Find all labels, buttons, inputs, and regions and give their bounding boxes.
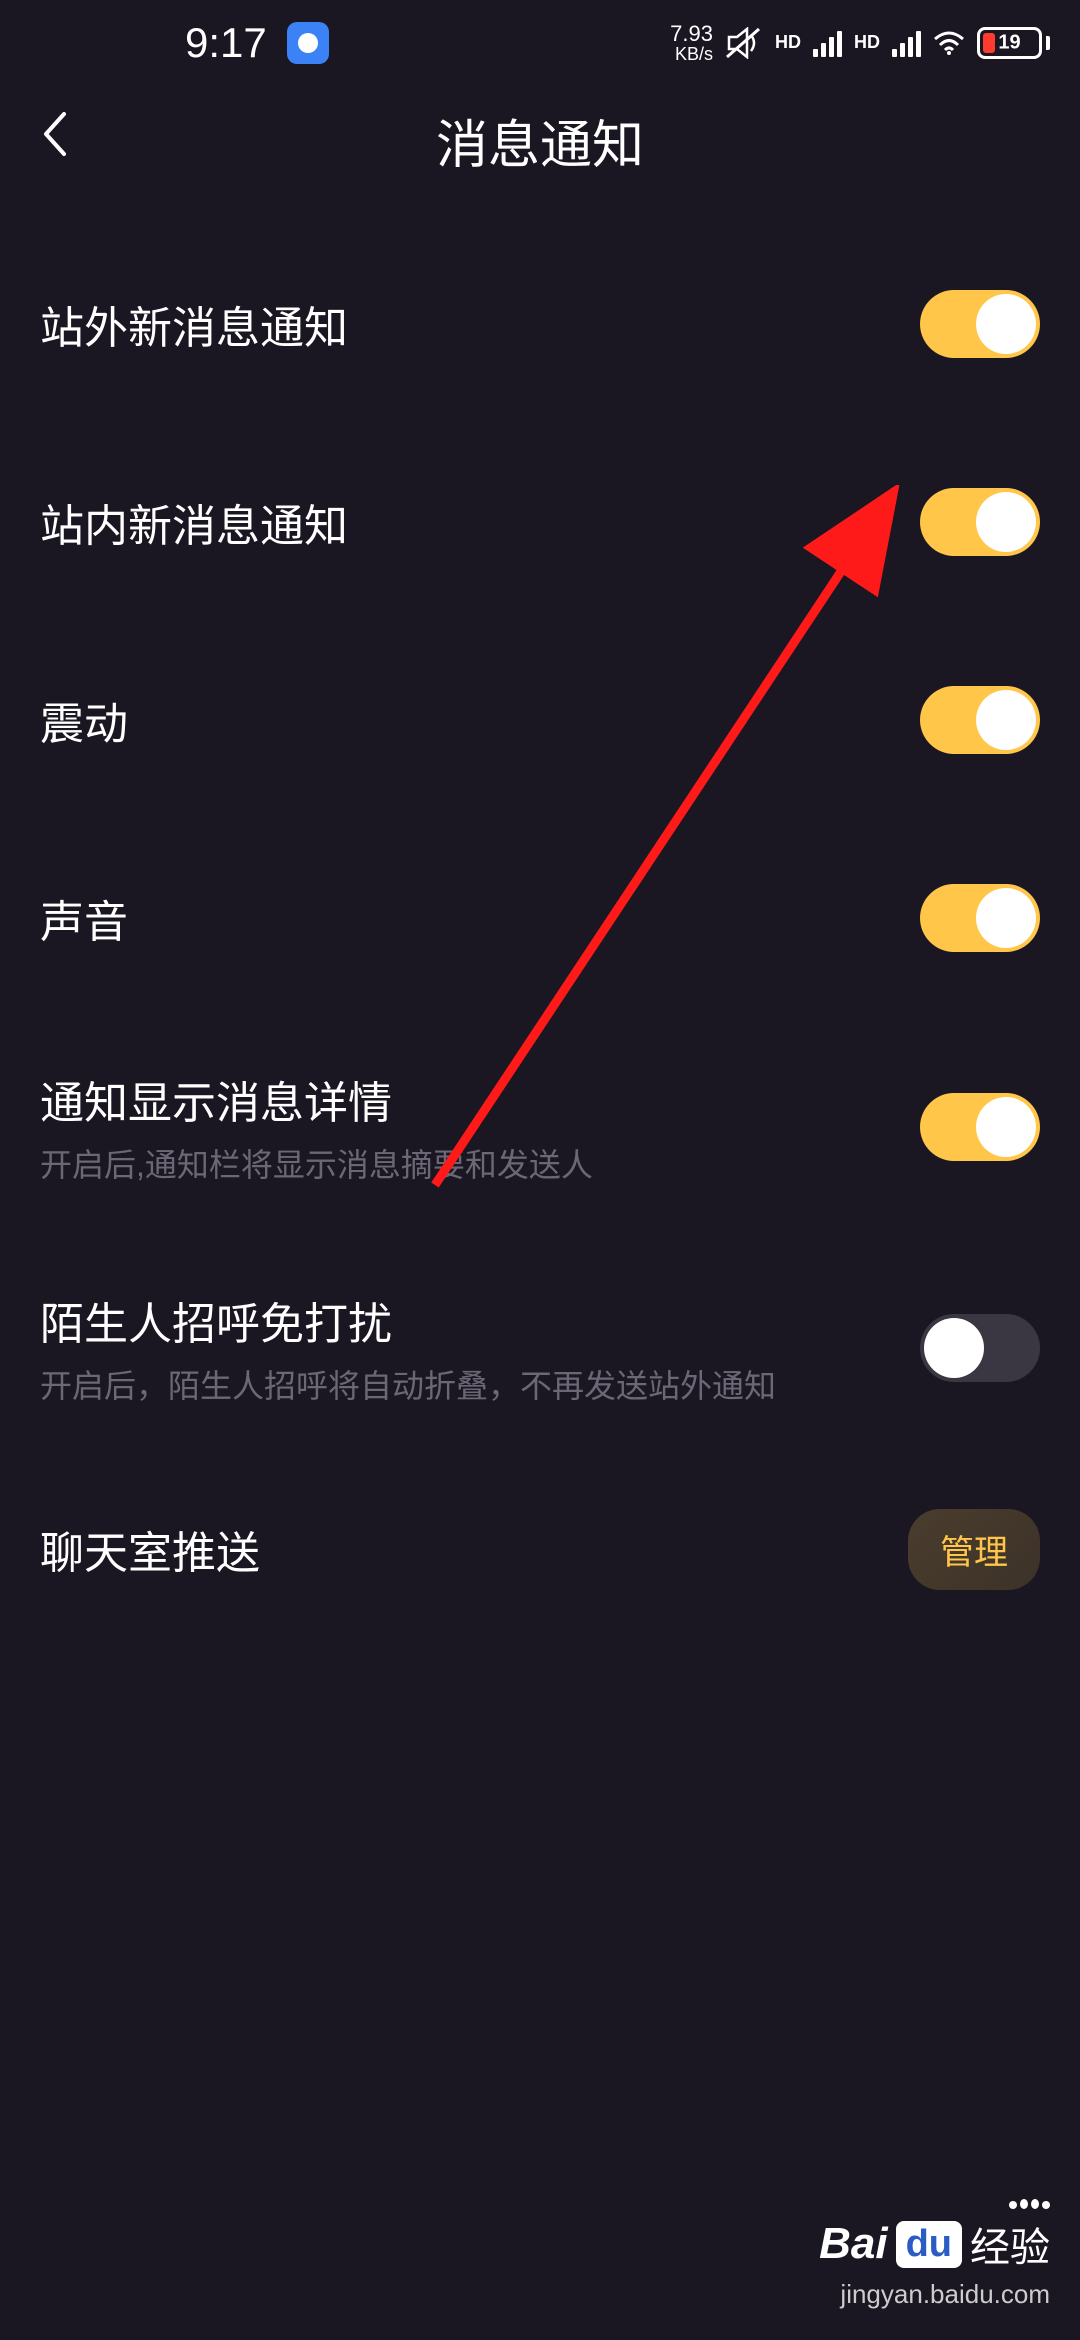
status-right: 7.93 KB/s HD HD 19 <box>670 23 1050 63</box>
battery-indicator: 19 <box>977 27 1050 59</box>
setting-label: 通知显示消息详情 <box>40 1067 900 1131</box>
setting-vibrate: 震动 <box>40 621 1040 819</box>
network-speed: 7.93 KB/s <box>670 23 713 63</box>
watermark-url: jingyan.baidu.com <box>819 2279 1050 2310</box>
watermark-brand-mid: du <box>896 2221 962 2268</box>
status-time: 9:17 <box>185 19 267 67</box>
setting-label: 陌生人招呼免打扰 <box>40 1288 900 1352</box>
setting-internal-notify: 站内新消息通知 <box>40 423 1040 621</box>
battery-fill <box>983 33 995 53</box>
settings-list: 站外新消息通知 站内新消息通知 震动 声音 通知显示消息详情 开启后,通知栏将显… <box>0 195 1080 1640</box>
signal-bars-1 <box>813 29 842 57</box>
setting-label: 站内新消息通知 <box>40 490 900 554</box>
status-bar: 9:17 7.93 KB/s HD HD 19 <box>0 0 1080 85</box>
page-title: 消息通知 <box>436 103 644 178</box>
setting-label: 聊天室推送 <box>40 1517 888 1581</box>
page-header: 消息通知 <box>0 85 1080 195</box>
toggle-vibrate[interactable] <box>920 686 1040 754</box>
manage-button[interactable]: 管理 <box>908 1509 1040 1590</box>
signal-bars-2 <box>892 29 921 57</box>
wifi-icon <box>933 31 965 55</box>
setting-desc: 开启后，陌生人招呼将自动折叠，不再发送站外通知 <box>40 1364 900 1409</box>
toggle-sound[interactable] <box>920 884 1040 952</box>
toggle-show-detail[interactable] <box>920 1093 1040 1161</box>
back-button[interactable] <box>40 110 68 170</box>
watermark-brand-suffix: 经验 <box>970 2215 1050 2273</box>
setting-external-notify: 站外新消息通知 <box>40 225 1040 423</box>
toggle-internal-notify[interactable] <box>920 488 1040 556</box>
setting-show-detail: 通知显示消息详情 开启后,通知栏将显示消息摘要和发送人 <box>40 1017 1040 1238</box>
paw-icon <box>1009 2199 1050 2209</box>
setting-label: 震动 <box>40 688 900 752</box>
net-speed-value: 7.93 <box>670 23 713 45</box>
hd-badge-2: HD <box>854 32 880 53</box>
watermark: Bai du 经验 jingyan.baidu.com <box>819 2199 1050 2310</box>
app-indicator-icon <box>287 22 329 64</box>
toggle-stranger-dnd[interactable] <box>920 1314 1040 1382</box>
setting-label: 站外新消息通知 <box>40 292 900 356</box>
setting-label: 声音 <box>40 886 900 950</box>
setting-chatroom-push: 聊天室推送 管理 <box>40 1459 1040 1640</box>
watermark-brand-prefix: Bai <box>819 2219 887 2269</box>
toggle-external-notify[interactable] <box>920 290 1040 358</box>
net-speed-unit: KB/s <box>670 45 713 63</box>
hd-badge-1: HD <box>775 32 801 53</box>
setting-desc: 开启后,通知栏将显示消息摘要和发送人 <box>40 1143 900 1188</box>
mute-icon <box>725 27 763 59</box>
setting-stranger-dnd: 陌生人招呼免打扰 开启后，陌生人招呼将自动折叠，不再发送站外通知 <box>40 1238 1040 1459</box>
battery-percent: 19 <box>998 31 1020 54</box>
setting-sound: 声音 <box>40 819 1040 1017</box>
